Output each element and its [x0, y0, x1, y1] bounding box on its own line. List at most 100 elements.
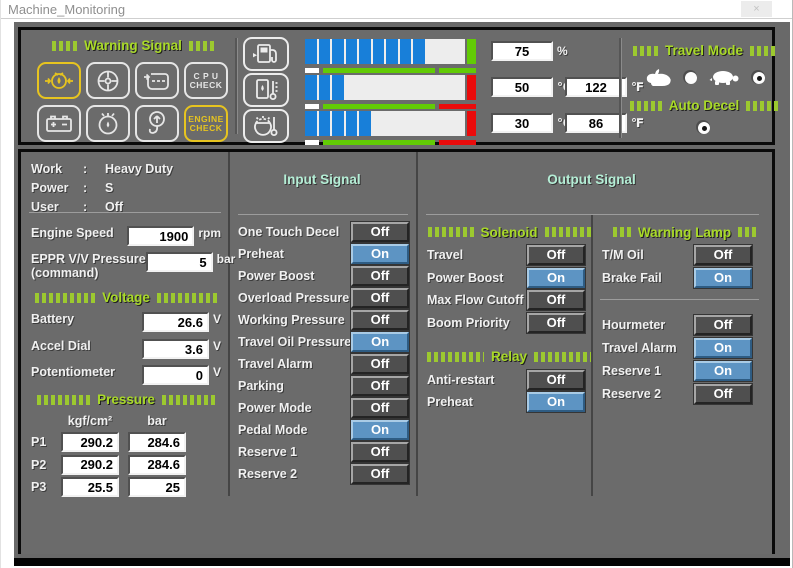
gauge-scale-mark [305, 140, 319, 145]
tick-decoration [37, 395, 90, 405]
solenoid-power-boost-state-button[interactable]: On [527, 268, 585, 288]
accel-dial-value[interactable] [142, 339, 209, 359]
potentiometer-row: Potentiometer V [31, 365, 221, 385]
brake-fail-state-button[interactable]: On [694, 268, 752, 288]
warning-icon-grid: C P U CHECK [37, 62, 235, 142]
gauge-segment [359, 39, 371, 64]
gauge-segment [346, 39, 358, 64]
coolant-temp-c-value[interactable] [491, 77, 553, 97]
warning-signal-heading: Warning Signal [33, 38, 233, 53]
p2-kgf-value[interactable] [61, 455, 119, 475]
gauge-segment [427, 75, 439, 100]
lamp-reserve-1-state-button[interactable]: On [694, 361, 752, 381]
accel-dial-row: Accel Dial V [31, 339, 221, 359]
travel-oil-pressure-state-button[interactable]: On [351, 332, 409, 352]
gauge-end-cap [467, 111, 476, 136]
preheat-row: Preheat On [238, 244, 416, 264]
gauge-segment [359, 111, 371, 136]
travel-mode-fast-radio[interactable] [685, 72, 697, 84]
gauge-segment [319, 111, 331, 136]
travel-alarm-row: Travel Alarm Off [238, 354, 416, 374]
gauge-segment [427, 111, 439, 136]
solenoid-max-flow-cutoff-state-button[interactable]: Off [527, 290, 585, 310]
battery-voltage-value[interactable] [142, 312, 209, 332]
overload-pressure-state-button[interactable]: Off [351, 288, 409, 308]
p3-kgf-value[interactable] [61, 477, 119, 497]
p1-kgf-value[interactable] [61, 432, 119, 452]
hydraulic-oil-temp-f-value[interactable] [565, 113, 627, 133]
engine-speed-value[interactable] [127, 226, 194, 246]
overload-warning-icon [135, 105, 179, 142]
turtle-icon [709, 69, 741, 87]
divider [426, 214, 759, 215]
eppr-pressure-row: EPPR V/V Pressure (command) bar [31, 252, 221, 280]
power-boost-row: Power Boost Off [238, 266, 416, 286]
tick-decoration [545, 227, 591, 237]
gauge-segment [373, 75, 385, 100]
preheat-state-button[interactable]: On [351, 244, 409, 264]
power-mode-state-button[interactable]: Off [351, 398, 409, 418]
gauge-segment [454, 75, 466, 100]
fuel-level-bar [305, 39, 465, 64]
tick-decoration [534, 352, 591, 362]
reserve-2-state-button[interactable]: Off [351, 464, 409, 484]
travel-mode-options [633, 68, 775, 88]
cpu-check-indicator: C P U CHECK [184, 62, 228, 99]
reserve-2-row: Reserve 2 Off [238, 464, 416, 484]
relay-preheat-state-button[interactable]: On [527, 392, 585, 412]
solenoid-travel-state-button[interactable]: Off [527, 245, 585, 265]
coolant-temp-f-value[interactable] [565, 77, 627, 97]
gauge-segment [386, 75, 398, 100]
auto-decel-radio[interactable] [698, 122, 710, 134]
gauge-segment [386, 111, 398, 136]
warning-lamp-heading: Warning Lamp [602, 222, 767, 242]
power-boost-state-button[interactable]: Off [351, 266, 409, 286]
hourmeter-state-button[interactable]: Off [694, 315, 752, 335]
p3-bar-value[interactable] [128, 477, 186, 497]
coolant-thermometer-icon [243, 73, 289, 107]
gauge-segment [440, 75, 452, 100]
overload-pressure-row: Overload Pressure Off [238, 288, 416, 308]
travel-mode-slow-radio[interactable] [753, 72, 765, 84]
lamp-reserve-2-state-button[interactable]: Off [694, 384, 752, 404]
working-pressure-state-button[interactable]: Off [351, 310, 409, 330]
gauge-segment [386, 39, 398, 64]
gauge-scale-normal-zone [323, 104, 435, 109]
fuel-level-value[interactable] [491, 41, 553, 61]
eppr-pressure-value[interactable] [146, 252, 213, 272]
p1-bar-value[interactable] [128, 432, 186, 452]
parking-state-button[interactable]: Off [351, 376, 409, 396]
gauge-segment [413, 39, 425, 64]
pedal-mode-state-button[interactable]: On [351, 420, 409, 440]
divider [235, 38, 237, 134]
solenoid-boom-priority-state-button[interactable]: Off [527, 313, 585, 333]
reserve-1-state-button[interactable]: Off [351, 442, 409, 462]
gauge-scale-mark [305, 104, 319, 109]
user-mode-row: User : Off [31, 200, 228, 219]
travel-alarm-state-button[interactable]: Off [351, 354, 409, 374]
gauge-segment [346, 111, 358, 136]
tm-oil-state-button[interactable]: Off [694, 245, 752, 265]
relay-anti-restart-state-button[interactable]: Off [527, 370, 585, 390]
gauge-segment [454, 111, 466, 136]
coolant-temp-bar [305, 75, 465, 100]
gauge-segment [373, 111, 385, 136]
tick-decoration [633, 46, 658, 56]
window-title: Machine_Monitoring [8, 2, 125, 17]
p2-bar-value[interactable] [128, 455, 186, 475]
one-touch-decel-state-button[interactable]: Off [351, 222, 409, 242]
lamp-travel-alarm-state-button[interactable]: On [694, 338, 752, 358]
gauge-segment [440, 39, 452, 64]
title-bar: Machine_Monitoring × [1, 0, 792, 19]
power-mode-row: Power : S [31, 181, 228, 200]
close-button[interactable]: × [741, 1, 772, 17]
status-gauge-panel: Warning Signal [18, 27, 775, 145]
potentiometer-value[interactable] [142, 365, 209, 385]
gauge-segment [319, 75, 331, 100]
hydraulic-oil-temp-bar [305, 111, 465, 136]
battery-charge-icon [37, 105, 81, 142]
hydraulic-oil-temp-c-value[interactable] [491, 113, 553, 133]
engine-oil-pressure-warning-icon [37, 62, 81, 99]
gauge-scale-normal-zone [323, 140, 435, 145]
gauge-segment [305, 111, 317, 136]
